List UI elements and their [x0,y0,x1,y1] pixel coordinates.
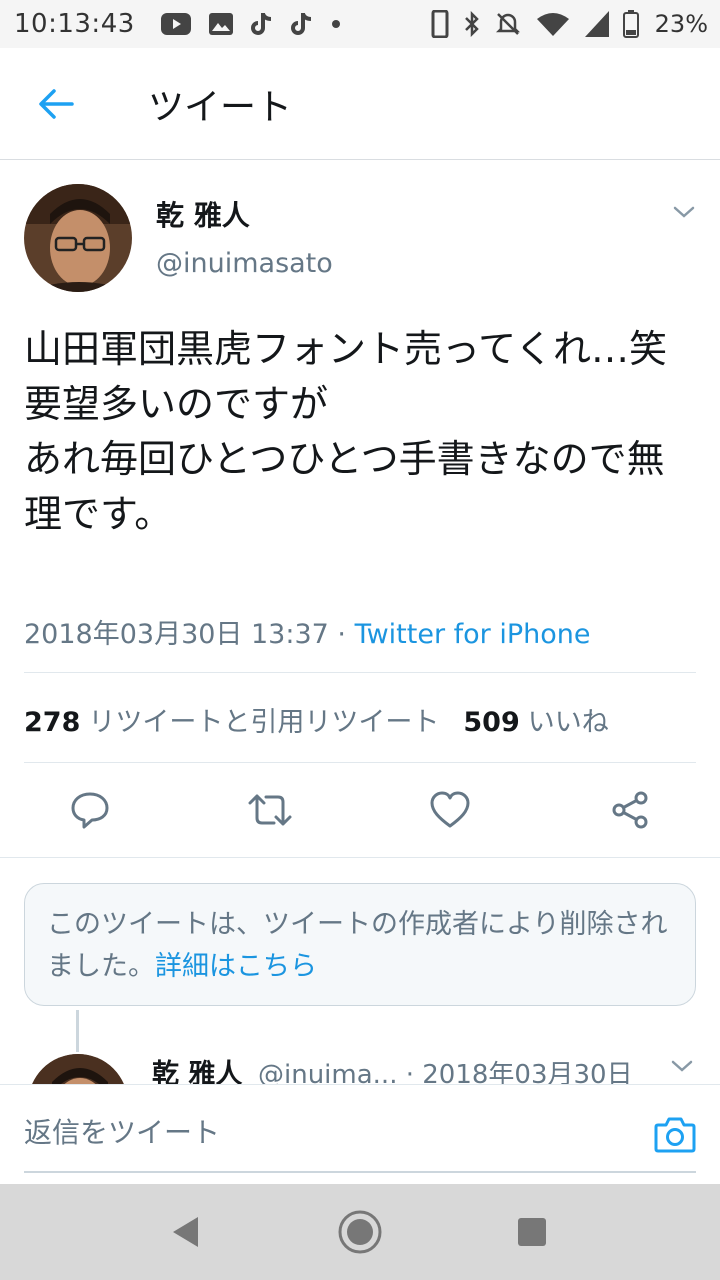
mute-icon [495,13,520,35]
divider [24,762,696,763]
camera-button[interactable] [654,1115,696,1157]
tiktok-icon [290,13,311,35]
reply-input[interactable]: 返信をツイート [24,1111,624,1151]
circle-home-icon [338,1210,382,1254]
share-button[interactable] [606,786,654,834]
arrow-left-icon [39,88,74,119]
tweet-date: 2018年03月30日 13:37 [24,619,329,650]
chevron-down-icon [671,1060,693,1072]
reply-date: · 2018年03月30日 [397,1060,633,1084]
youtube-icon [160,13,191,35]
likes-count: 509 [463,707,520,738]
reply-icon [71,792,109,829]
chevron-down-icon [673,206,695,218]
reply-author-meta: @inuima... · 2018年03月30日 [258,1054,633,1084]
system-icons: 23% [431,10,708,38]
retweets-count: 278 [24,707,81,738]
heart-icon [430,791,470,828]
retweet-button[interactable] [246,786,294,834]
status-bar: 10:13:43 23% [0,0,720,48]
reply-composer: 返信をツイート [0,1084,720,1184]
nav-recents-button[interactable] [508,1208,556,1256]
tweet-meta: 2018年03月30日 13:37 · Twitter for iPhone [24,612,591,651]
camera-icon [654,1117,696,1153]
tweet-menu-button[interactable] [672,204,696,224]
author-handle[interactable]: @inuimasato [156,248,333,279]
share-icon [612,791,648,829]
author-name[interactable]: 乾 雅人 [156,194,250,234]
app-header: ツイート [0,48,720,160]
meta-separator: · [328,619,355,650]
retweets-stat[interactable]: 278 リツイートと引用リツイート [24,707,439,738]
image-icon [208,13,233,35]
system-navigation-bar [0,1184,720,1280]
tweet-stats: 278 リツイートと引用リツイート 509 いいね [24,700,609,739]
status-time: 10:13:43 [14,9,135,39]
divider [0,857,720,858]
avatar[interactable] [28,1054,128,1084]
deleted-notice-text: このツイートは、ツイートの作成者により削除されました。 [47,909,668,982]
triangle-back-icon [173,1217,198,1247]
battery-percent: 23% [654,10,708,38]
reply-button[interactable] [66,786,114,834]
reply-author-name[interactable]: 乾 雅人 [152,1052,242,1084]
battery-icon [622,10,639,38]
tiktok-icon [250,13,271,35]
learn-more-link[interactable]: 詳細はこちら [155,951,317,982]
tweet-author[interactable]: 乾 雅人 @inuimasato [24,184,696,294]
likes-label: いいね [527,707,609,738]
reply-author-handle: @inuima... [258,1060,398,1084]
page-title: ツイート [148,86,293,128]
cell-signal-icon [584,11,609,37]
likes-stat[interactable]: 509 いいね [463,707,608,738]
input-underline [24,1171,696,1173]
tweet-actions [0,764,720,856]
back-button[interactable] [0,48,112,160]
bluetooth-icon [464,11,479,37]
avatar[interactable] [24,184,132,292]
divider [24,672,696,673]
nav-back-button[interactable] [162,1208,210,1256]
phone-vibrate-icon [431,10,449,38]
reply-tweet-preview[interactable]: 乾 雅人 @inuima... · 2018年03月30日 [0,1040,720,1084]
nav-home-button[interactable] [336,1208,384,1256]
notification-icons [160,12,431,36]
tweet-source-link[interactable]: Twitter for iPhone [355,619,591,650]
wifi-icon [536,13,569,36]
deleted-tweet-notice: このツイートは、ツイートの作成者により削除されました。詳細はこちら [24,883,696,1006]
tweet-text: 山田軍団黒虎フォント売ってくれ…笑 要望多いのですが あれ毎回ひとつひとつ手書き… [24,327,667,536]
more-notifications-icon [331,20,340,28]
retweets-label: リツイートと引用リツイート [88,707,440,738]
retweet-icon [248,794,292,826]
reply-menu-button[interactable] [670,1058,694,1078]
square-recents-icon [518,1218,546,1246]
like-button[interactable] [426,786,474,834]
